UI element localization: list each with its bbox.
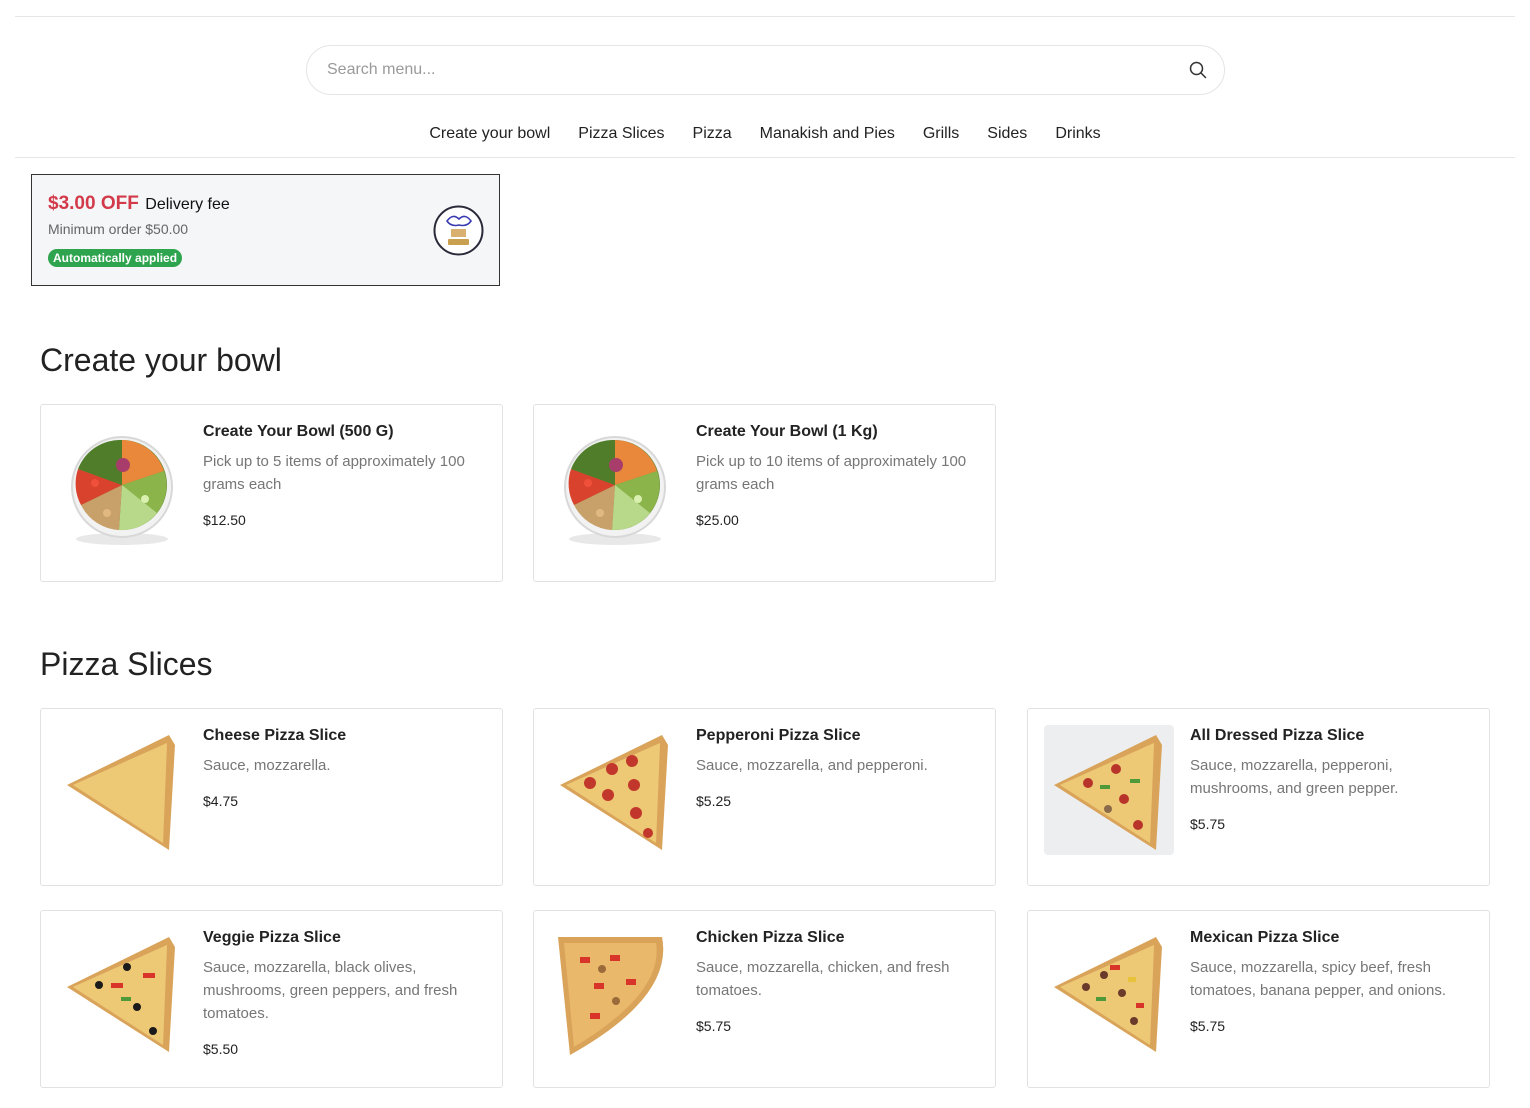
item-image-bowl [550,421,680,551]
item-description: Sauce, mozzarella, black olives, mushroo… [203,959,458,1022]
item-description: Sauce, mozzarella, spicy beef, fresh tom… [1190,959,1447,999]
menu-item-card[interactable]: Pepperoni Pizza Slice Sauce, mozzarella,… [533,708,996,886]
item-description: Pick up to 10 items of approximately 100… [696,453,967,493]
top-divider [15,16,1515,17]
item-price: $5.50 [203,1041,239,1057]
item-name: All Dressed Pizza Slice [1190,727,1365,744]
menu-item-card[interactable]: Cheese Pizza Slice Sauce, mozzarella. $4… [40,708,503,886]
item-description: Sauce, mozzarella, pepperoni, mushrooms,… [1190,757,1399,797]
menu-item-card[interactable]: Create Your Bowl (1 Kg) Pick up to 10 it… [533,404,996,582]
item-name: Veggie Pizza Slice [203,929,341,946]
menu-item-card[interactable]: Mexican Pizza Slice Sauce, mozzarella, s… [1027,910,1490,1088]
item-price: $5.25 [696,793,732,809]
section-title-pizza-slices: Pizza Slices [40,646,213,682]
nav-item-drinks[interactable]: Drinks [1055,112,1100,157]
item-price: $5.75 [1190,816,1226,832]
item-description: Pick up to 5 items of approximately 100 … [203,453,465,493]
promo-discount: $3.00 OFF [48,193,139,214]
restaurant-logo [433,205,484,256]
item-image-pizza-slice [1044,725,1174,855]
category-nav: Create your bowl Pizza Slices Pizza Mana… [15,112,1515,158]
item-description: Sauce, mozzarella, chicken, and fresh to… [696,959,950,999]
nav-item-pizza-slices[interactable]: Pizza Slices [578,112,664,157]
item-name: Mexican Pizza Slice [1190,929,1340,946]
item-description: Sauce, mozzarella, and pepperoni. [696,757,928,774]
promo-label: Delivery fee [145,196,230,213]
item-name: Cheese Pizza Slice [203,727,347,744]
menu-item-card[interactable]: Create Your Bowl (500 G) Pick up to 5 it… [40,404,503,582]
item-price: $12.50 [203,512,246,528]
promo-minimum: Minimum order $50.00 [48,221,189,237]
section-title-create-your-bowl: Create your bowl [40,342,282,378]
item-name: Pepperoni Pizza Slice [696,727,861,744]
promo-card[interactable]: $3.00 OFF Delivery fee Minimum order $50… [31,174,500,286]
promo-headline: $3.00 OFF Delivery fee [48,193,230,215]
item-image-pizza-slice [57,927,187,1057]
menu-item-card[interactable]: Chicken Pizza Slice Sauce, mozzarella, c… [533,910,996,1088]
search-bar[interactable] [306,45,1225,95]
item-price: $5.75 [1190,1018,1226,1034]
item-image-pizza-slice [57,725,187,855]
item-price: $25.00 [696,512,739,528]
promo-badge: Automatically applied [48,249,183,267]
search-icon[interactable] [1188,60,1208,80]
item-image-pizza-slice [1044,927,1174,1057]
menu-item-card[interactable]: Veggie Pizza Slice Sauce, mozzarella, bl… [40,910,503,1088]
item-price: $5.75 [696,1018,732,1034]
nav-item-sides[interactable]: Sides [987,112,1027,157]
item-name: Create Your Bowl (500 G) [203,423,394,440]
nav-item-manakish-and-pies[interactable]: Manakish and Pies [760,112,895,157]
item-image-pizza-slice [558,937,664,1055]
item-description: Sauce, mozzarella. [203,757,331,774]
nav-item-create-your-bowl[interactable]: Create your bowl [429,112,550,157]
nav-item-pizza[interactable]: Pizza [693,112,732,157]
nav-item-grills[interactable]: Grills [923,112,959,157]
search-input[interactable] [327,46,1167,94]
item-name: Chicken Pizza Slice [696,929,845,946]
item-image-bowl [57,421,187,551]
item-image-pizza-slice [550,725,680,855]
item-name: Create Your Bowl (1 Kg) [696,423,878,440]
menu-item-card[interactable]: All Dressed Pizza Slice Sauce, mozzarell… [1027,708,1490,886]
item-price: $4.75 [203,793,239,809]
